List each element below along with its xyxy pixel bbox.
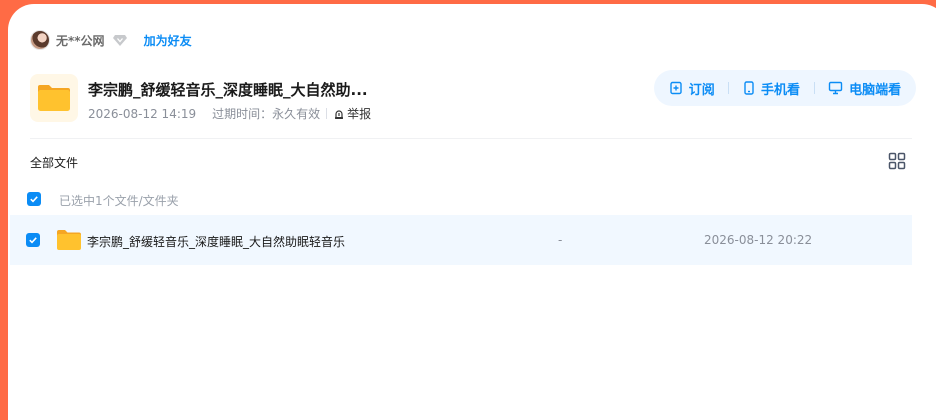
subscribe-button[interactable]: 订阅: [669, 79, 715, 98]
folder-icon: [56, 229, 82, 255]
subscribe-label: 订阅: [688, 82, 715, 98]
report-button[interactable]: 举报: [333, 105, 371, 122]
action-divider: [813, 82, 815, 94]
action-divider: [728, 82, 730, 94]
file-size: -: [558, 233, 563, 247]
share-folder-icon: [30, 74, 78, 122]
breadcrumb[interactable]: 全部文件: [30, 154, 78, 171]
table-row[interactable]: 李宗鹏_舒缓轻音乐_深度睡眠_大自然助眠轻音乐 - 2026-08-12 20:…: [10, 215, 912, 265]
share-meta: 2026-08-12 14:19 过期时间： 永久有效 举报: [88, 105, 371, 122]
sharer-row: 无**公网 加为好友: [30, 29, 192, 51]
pc-view-label: 电脑端看: [849, 82, 902, 98]
meta-divider: [326, 108, 328, 119]
expire-label: 过期时间：: [212, 107, 273, 121]
expire-value: 永久有效: [272, 107, 321, 121]
pc-view-button[interactable]: 电脑端看: [828, 79, 901, 98]
mobile-view-label: 手机看: [760, 82, 800, 98]
avatar[interactable]: [30, 30, 50, 50]
file-name[interactable]: 李宗鹏_舒缓轻音乐_深度睡眠_大自然助眠轻音乐: [87, 233, 345, 250]
add-friend-link[interactable]: 加为好友: [144, 32, 192, 49]
sharer-name: 无**公网: [56, 33, 105, 48]
selection-summary: 已选中1个文件/文件夹: [59, 194, 179, 208]
report-label: 举报: [347, 107, 372, 121]
mobile-view-button[interactable]: 手机看: [743, 79, 800, 98]
share-actions: 订阅 手机看 电脑端看: [654, 70, 916, 106]
monitor-icon: [828, 81, 843, 95]
row-checkbox[interactable]: [26, 233, 40, 247]
checkmark-icon: [29, 237, 37, 244]
select-all-checkbox[interactable]: [27, 192, 41, 206]
share-created-time: 2026-08-12 14:19: [88, 106, 197, 121]
diamond-vip-icon: [112, 32, 128, 48]
alarm-icon: [335, 109, 344, 119]
share-title: 李宗鹏_舒缓轻音乐_深度睡眠_大自然助...: [88, 81, 368, 99]
checkmark-icon: [30, 196, 38, 203]
share-panel: 无**公网 加为好友 李宗鹏_舒缓轻音乐_深度睡眠_大自然助... 2026-0…: [8, 4, 936, 420]
header-divider: [30, 138, 912, 139]
phone-icon: [744, 81, 754, 95]
file-modified-time: 2026-08-12 20:22: [704, 233, 813, 247]
subscribe-icon: [670, 81, 682, 95]
grid-view-icon[interactable]: [888, 152, 906, 170]
